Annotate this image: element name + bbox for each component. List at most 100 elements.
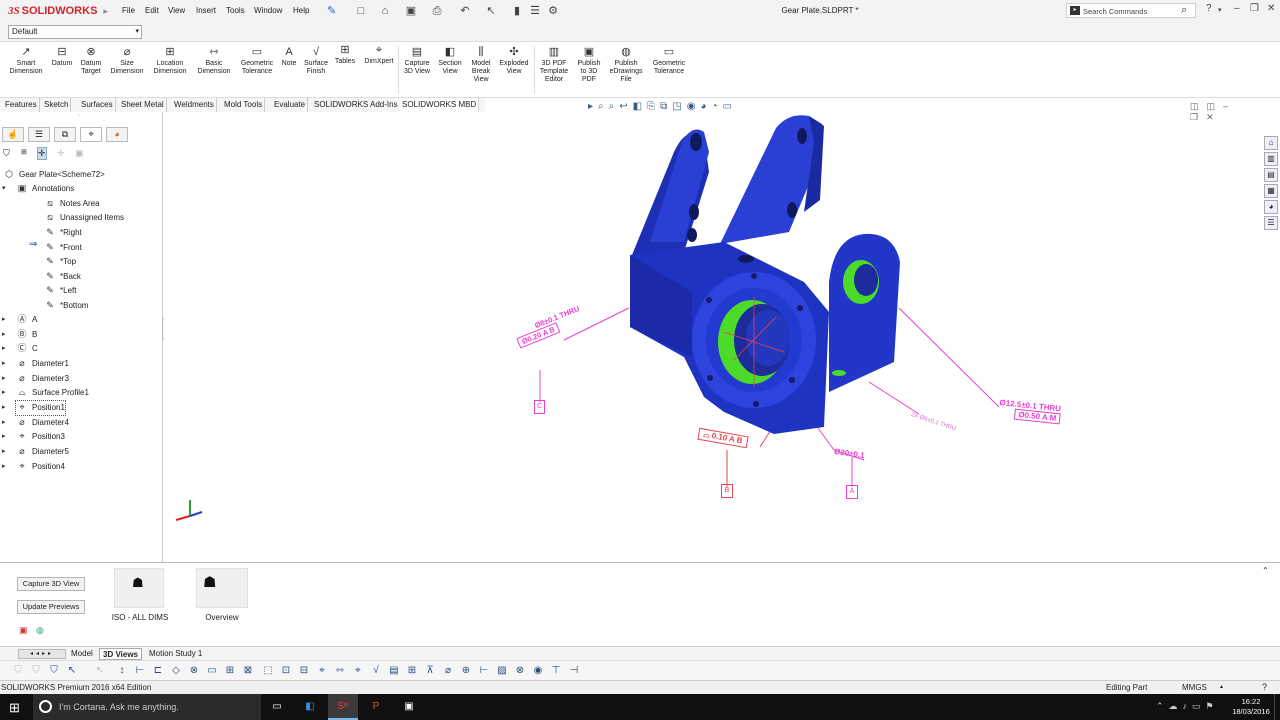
tree-item-back-view[interactable]: ✎ *Back [44,270,81,284]
delete-scheme-icon[interactable]: ⊠ [242,665,254,677]
model-break-view-button[interactable]: ⫼ Model Break View [467,46,495,84]
expand-icon[interactable]: ▸ [2,342,6,356]
solidworks-logo[interactable]: 3S SOLIDWORKS ▸ [8,3,108,19]
tree-item-right-view[interactable]: ✎ *Right [44,226,82,240]
zoom-to-area-icon[interactable]: ⌕ [609,101,620,112]
tree-item-diameter5[interactable]: ▸ ⌀ Diameter5 [2,445,69,459]
panel-grip-icon[interactable]: ◦ [78,113,80,119]
auto-dimension-icon[interactable]: ↕ [116,665,128,677]
remote-app-icon[interactable]: ▣ [394,694,424,720]
geometric-tolerance-2-button[interactable]: ▭ Geometric Tolerance [649,46,689,76]
windows-start-icon[interactable]: ⊞ [9,700,20,716]
save-icon[interactable]: ▣ [404,4,418,18]
datum-target-icon[interactable]: ⌖ [316,665,328,677]
tab-solidworks-mbd[interactable]: SOLIDWORKS MBD [400,98,480,112]
size-dimension-button[interactable]: ⌀ Size Dimension [107,46,147,76]
select-icon[interactable]: ↖ [66,665,78,677]
centerline-icon[interactable]: ⊢ [478,665,490,677]
search-commands-box[interactable]: ▸ Search Commands ⌕ [1066,3,1196,18]
tree-item-datum-b[interactable]: ▸ Ⓑ B [2,328,37,342]
expand-icon[interactable]: ▸ [2,313,6,327]
rebuild-icon[interactable]: ▮ [510,4,524,18]
chevron-up-icon[interactable]: ▴ [1220,683,1223,690]
outlook-app-icon[interactable]: ◧ [295,694,325,720]
show-desktop-button[interactable] [1274,694,1280,720]
tree-annotations-folder[interactable]: ▾ ▣ Annotations [2,182,74,196]
publish-pdf-icon[interactable]: ▣ [19,625,28,636]
filter-icon[interactable]: ⛉ [3,148,10,159]
tree-item-diameter4[interactable]: ▸ ⌀ Diameter4 [2,416,69,430]
tab-mold-tools[interactable]: Mold Tools [222,98,266,112]
tab-sketch[interactable]: Sketch [42,98,72,112]
system-tray-icons[interactable]: ⌃☁♪▭⚑ [1156,701,1219,712]
powerpoint-app-icon[interactable]: P [361,694,391,720]
tab-3d-views[interactable]: 3D Views [99,648,142,660]
tab-evaluate[interactable]: Evaluate [272,98,309,112]
solidworks-resources-icon[interactable]: ⌂ [1264,136,1278,150]
apply-scene-icon[interactable]: ◔ [711,101,722,112]
3d-pdf-template-editor-button[interactable]: ▥ 3D PDF Template Editor [537,46,571,84]
minimize-icon[interactable]: – [1223,101,1236,111]
design-library-icon[interactable]: ▥ [1264,152,1278,166]
expand-icon[interactable]: ▸ [2,445,6,459]
show-tolerance-status-icon[interactable]: ⬚ [262,665,274,677]
display-grid-icon[interactable]: ◉ [532,665,544,677]
filter-icon[interactable]: ⛉ [48,665,60,677]
size-dimension-icon[interactable]: ⊏ [152,665,164,677]
update-previews-button[interactable]: Update Previews [17,600,85,614]
tree-item-position1[interactable]: ▸ ⌖ Position1 [2,400,66,416]
dynamic-annotation-icon[interactable]: ⎘ [647,101,660,112]
configuration-select[interactable]: Default ▾ [8,25,142,39]
configurationmanager-tab-icon[interactable]: ⧉ [54,127,76,142]
expand-icon[interactable]: ▸ [2,460,6,474]
datum-a-flag[interactable]: A [846,485,858,499]
tab-model[interactable]: Model [68,648,96,660]
publish-edrawings-button[interactable]: ◍ Publish eDrawings File [606,46,646,84]
propertymanager-tab-icon[interactable]: ☰ [28,127,50,142]
datum-target-button[interactable]: ⊗ Datum Target [77,46,105,76]
zoom-to-fit-icon[interactable]: ⌕ [598,101,609,112]
publish-3d-pdf-button[interactable]: ▣ Publish to 3D PDF [574,46,604,84]
expand-icon[interactable]: ▸ [2,328,6,342]
dimxpert-button[interactable]: ⌖ DimXpert [362,44,396,66]
tab-motion-study-1[interactable]: Motion Study 1 [146,648,205,660]
menu-help[interactable]: Help [293,6,309,15]
tree-item-unassigned-items[interactable]: ⧅ Unassigned Items [44,211,124,225]
area-hatch-icon[interactable]: ▨ [496,665,508,677]
tree-item-surface-profile1[interactable]: ▸ ⌓ Surface Profile1 [2,386,89,400]
expand-icon[interactable]: ▸ [2,386,6,400]
hide-show-items-icon[interactable]: ◉ [687,101,701,112]
display-style-icon[interactable]: ◳ [672,101,686,112]
tab-features[interactable]: Features [3,98,40,112]
view-orientation-icon[interactable]: ⧉ [660,101,672,112]
tab-scroll-arrows[interactable]: ◂◂▸▸ [18,649,66,659]
datum-target-icon[interactable]: ⊗ [188,665,200,677]
datum-icon[interactable]: ◇ [170,665,182,677]
center-mark-icon[interactable]: ⊕ [460,665,472,677]
restore-icon[interactable]: ❐ [1250,3,1259,14]
undo-icon[interactable]: ↶ [458,4,472,18]
file-properties-icon[interactable]: ☰ [528,4,542,18]
location-dimension-icon[interactable]: ⊢ [134,665,146,677]
minimize-icon[interactable]: – [1234,3,1240,14]
solidworks-app-icon[interactable]: Sʷ [328,694,358,720]
capture-3d-view-button[interactable]: ▤ Capture 3D View [401,46,433,76]
tree-item-position4[interactable]: ▸ ⌖ Position4 [2,460,65,474]
smart-dimension-button[interactable]: ↗ Smart Dimension [6,46,46,76]
tree-item-front-view[interactable]: ✎ *Front [44,241,82,255]
exploded-view-button[interactable]: ✣ Exploded View [497,46,531,76]
expand-icon[interactable]: ▸ [2,430,6,444]
tab-solidworks-add-ins[interactable]: SOLIDWORKS Add-Ins [312,98,401,112]
view-thumbnail-overview[interactable]: ☗ [196,568,248,608]
new-document-icon[interactable]: □ [354,4,368,18]
section-view-icon[interactable]: ◧ [633,101,647,112]
tree-item-datum-c[interactable]: ▸ Ⓒ C [2,342,38,356]
tab-sheet-metal[interactable]: Sheet Metal [119,98,167,112]
section-view-button[interactable]: ◧ Section View [435,46,465,76]
menu-edit[interactable]: Edit [145,6,159,15]
previous-view-icon[interactable]: ↩ [619,101,632,112]
geometric-tolerance-button[interactable]: ▭ Geometric Tolerance [237,46,277,76]
chevron-down-icon[interactable]: ▾ [1218,6,1222,14]
dimxpertmanager-tab-icon[interactable]: ⌖ [80,127,102,142]
weld-symbol-icon[interactable]: ⊼ [424,665,436,677]
